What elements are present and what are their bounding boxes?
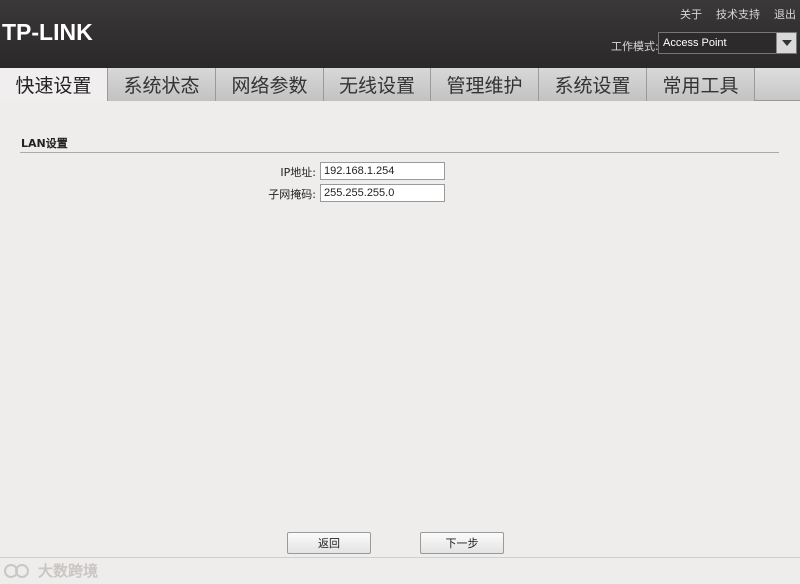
work-mode-value: Access Point (663, 37, 727, 49)
subnet-mask-input[interactable] (320, 184, 445, 202)
tab-system-status[interactable]: 系统状态 (108, 68, 216, 101)
section-divider (20, 152, 779, 153)
tab-management[interactable]: 管理维护 (431, 68, 539, 101)
work-mode-select[interactable]: Access Point (658, 32, 797, 54)
next-button[interactable]: 下一步 (420, 532, 504, 554)
tp-link-logo: TP-LINK (2, 19, 93, 45)
mask-row: 子网掩码: (0, 184, 800, 202)
ip-label: IP地址: (280, 166, 316, 179)
tab-system-settings[interactable]: 系统设置 (539, 68, 647, 101)
footer-divider (0, 557, 800, 558)
chevron-down-icon[interactable] (776, 33, 796, 53)
top-links: 关于 技术支持 退出 (680, 6, 796, 22)
watermark: 大数跨境 (4, 560, 98, 581)
watermark-logo-icon (4, 563, 29, 578)
subnet-mask-label: 子网掩码: (268, 188, 316, 201)
logout-link[interactable]: 退出 (774, 6, 796, 22)
about-link[interactable]: 关于 (680, 6, 702, 22)
tab-wireless-settings[interactable]: 无线设置 (324, 68, 431, 101)
watermark-text: 大数跨境 (38, 562, 99, 580)
top-header: TP-LINK 关于 技术支持 退出 工作模式: Access Point (0, 0, 800, 68)
work-mode-label: 工作模式: (611, 40, 659, 53)
tab-common-tools[interactable]: 常用工具 (647, 68, 755, 101)
support-link[interactable]: 技术支持 (716, 6, 760, 22)
main-nav-tabs: 快速设置 系统状态 网络参数 无线设置 管理维护 系统设置 常用工具 (0, 68, 800, 101)
back-button[interactable]: 返回 (287, 532, 371, 554)
tab-quick-setup[interactable]: 快速设置 (0, 68, 108, 101)
tab-network-params[interactable]: 网络参数 (216, 68, 324, 101)
ip-address-input[interactable] (320, 162, 445, 180)
ip-row: IP地址: (0, 162, 800, 180)
section-title: LAN设置 (21, 137, 68, 150)
